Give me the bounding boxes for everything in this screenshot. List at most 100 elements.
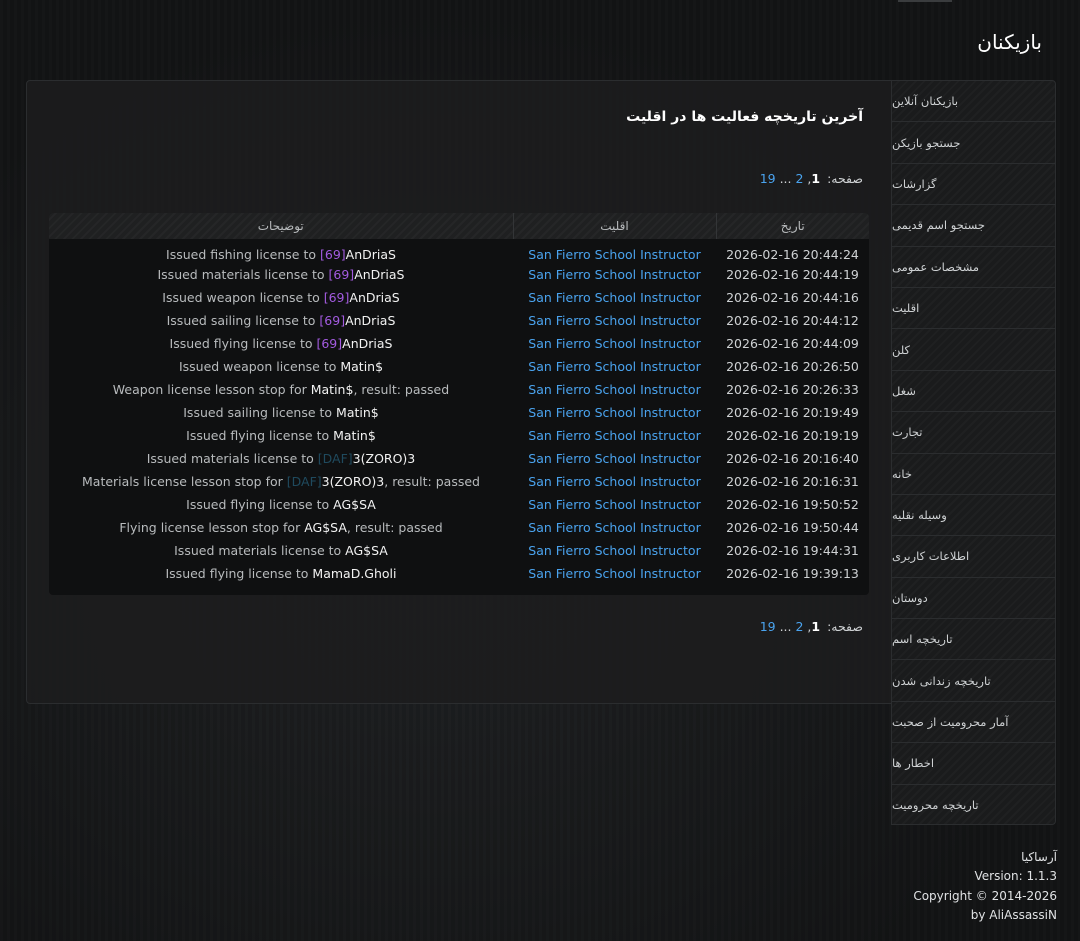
sidebar-item[interactable]: بازیکنان آنلاین xyxy=(892,81,1055,123)
player-name: Matin$ xyxy=(336,405,379,420)
player-tag: [69] xyxy=(323,290,350,305)
description-text: Issued fishing license to xyxy=(166,247,320,262)
description-text: Weapon license lesson stop for xyxy=(112,382,311,397)
pagination-ellipsis: ... xyxy=(775,619,796,634)
sidebar-item[interactable]: تاریخچه اسم xyxy=(892,619,1055,661)
footer-brand: آرساکیا xyxy=(1021,850,1057,864)
cell-date: 2026-02-16 20:26:50 xyxy=(726,359,859,374)
sidebar-item[interactable]: جستجو بازیکن xyxy=(892,122,1055,164)
cell-description: Issued sailing license to [69]AnDriaS xyxy=(49,309,513,332)
table-row: Weapon license lesson stop for Matin$, r… xyxy=(49,378,869,401)
cell-description: Issued materials license to [DAF]3(ZORO)… xyxy=(49,447,513,470)
cell-faction-link[interactable]: San Fierro School Instructor xyxy=(513,516,716,539)
table-row: Issued flying license to MamaD.Gholi San … xyxy=(49,562,869,585)
cell-faction-link[interactable]: San Fierro School Instructor xyxy=(513,470,716,493)
player-name: MamaD.Gholi xyxy=(312,566,397,581)
table-row: Issued materials license to [DAF]3(ZORO)… xyxy=(49,447,869,470)
pagination-top: صفحه: 1, 2 ... 19 xyxy=(760,171,863,186)
footer-copyright: Copyright © 2014-2026 xyxy=(913,888,1057,903)
description-suffix: , result: passed xyxy=(384,474,480,489)
cell-faction-link[interactable]: San Fierro School Instructor xyxy=(513,539,716,562)
description-text: Issued flying license to xyxy=(169,336,317,351)
top-accent-line xyxy=(898,0,952,2)
player-tag: [69] xyxy=(328,267,355,282)
cell-faction-link[interactable]: San Fierro School Instructor xyxy=(513,378,716,401)
player-name: AnDriaS xyxy=(342,336,393,351)
table-row: Issued materials license to [69]AnDriaS S… xyxy=(49,263,869,286)
pagination-page-2[interactable]: 2 xyxy=(795,171,803,186)
cell-date: 2026-02-16 20:26:33 xyxy=(726,382,859,397)
player-name: AG$SA xyxy=(345,543,388,558)
sidebar-item[interactable]: تاریخچه زندانی شدن xyxy=(892,660,1055,702)
cell-date: 2026-02-16 20:44:09 xyxy=(726,336,859,351)
cell-description: Issued flying license to Matin$ xyxy=(49,424,513,447)
cell-description: Weapon license lesson stop for Matin$, r… xyxy=(49,378,513,401)
pagination-bottom: صفحه: 1, 2 ... 19 xyxy=(760,619,863,634)
pagination-current-page: 1 xyxy=(811,619,821,634)
sidebar-item[interactable]: اقلیت xyxy=(892,288,1055,330)
player-tag: [69] xyxy=(319,313,346,328)
player-name: Matin$ xyxy=(340,359,384,374)
sidebar-item[interactable]: آمار محرومیت از صحبت xyxy=(892,702,1055,744)
description-text: Issued weapon license to xyxy=(162,290,324,305)
cell-description: Issued materials license to [69]AnDriaS xyxy=(49,263,513,286)
footer-author: by AliAssassiN xyxy=(970,907,1057,922)
sidebar-item[interactable]: اخطار ها xyxy=(892,743,1055,785)
player-name: Matin$ xyxy=(310,382,354,397)
cell-description: Issued flying license to AG$SA xyxy=(49,493,513,516)
cell-faction-link[interactable]: San Fierro School Instructor xyxy=(513,332,716,355)
cell-faction-link[interactable]: San Fierro School Instructor xyxy=(513,286,716,309)
sidebar-item[interactable]: وسیله نقلیه xyxy=(892,495,1055,537)
cell-faction-link[interactable]: San Fierro School Instructor xyxy=(513,401,716,424)
cell-date: 2026-02-16 20:19:19 xyxy=(726,428,859,443)
table-row: Issued weapon license to Matin$ San Fierr… xyxy=(49,355,869,378)
column-header-description[interactable]: توضیحات xyxy=(49,213,513,239)
cell-faction-link[interactable]: San Fierro School Instructor xyxy=(513,239,716,263)
cell-date: 2026-02-16 20:16:31 xyxy=(726,474,859,489)
cell-description: Materials license lesson stop for [DAF]3… xyxy=(49,470,513,493)
cell-date: 2026-02-16 19:39:13 xyxy=(726,566,859,581)
pagination-last-page[interactable]: 19 xyxy=(760,171,776,186)
sidebar-item[interactable]: مشخصات عمومی xyxy=(892,247,1055,288)
player-name: 3(ZORO)3 xyxy=(352,451,416,466)
cell-description: Issued fishing license to [69]AnDriaS xyxy=(49,239,513,263)
cell-description: Issued flying license to [69]AnDriaS xyxy=(49,332,513,355)
player-name: Matin$ xyxy=(333,428,376,443)
table-row: Materials license lesson stop for [DAF]3… xyxy=(49,470,869,493)
sidebar-item[interactable]: اطلاعات کاربری xyxy=(892,536,1055,578)
sidebar-item[interactable]: شغل xyxy=(892,371,1055,413)
sidebar-item[interactable]: دوستان xyxy=(892,578,1055,620)
table-row: Issued flying license to Matin$ San Fierr… xyxy=(49,424,869,447)
sidebar-item[interactable]: جستجو اسم قدیمی xyxy=(892,205,1055,247)
sidebar-item[interactable]: تجارت xyxy=(892,412,1055,454)
cell-faction-link[interactable]: San Fierro School Instructor xyxy=(513,309,716,332)
description-text: Issued materials license to xyxy=(174,543,346,558)
activity-table: توضیحات اقلیت تاریخ Issued fishing licen… xyxy=(49,213,869,595)
description-text: Issued materials license to xyxy=(146,451,318,466)
sidebar-item[interactable]: خانه xyxy=(892,454,1055,495)
cell-faction-link[interactable]: San Fierro School Instructor xyxy=(513,263,716,286)
main-panel: آخرین تاریخچه فعالیت ها در اقلیت صفحه: 1… xyxy=(26,80,892,704)
column-header-faction[interactable]: اقلیت xyxy=(512,213,716,239)
cell-date: 2026-02-16 20:16:40 xyxy=(726,451,859,466)
cell-faction-link[interactable]: San Fierro School Instructor xyxy=(513,447,716,470)
cell-faction-link[interactable]: San Fierro School Instructor xyxy=(513,562,716,585)
pagination-page-2[interactable]: 2 xyxy=(795,619,803,634)
sidebar-item[interactable]: کلن xyxy=(892,329,1055,371)
footer-version: Version: 1.1.3 xyxy=(974,869,1057,884)
cell-date: 2026-02-16 19:50:52 xyxy=(726,497,859,512)
column-header-date[interactable]: تاریخ xyxy=(715,213,869,239)
table-row: Issued weapon license to [69]AnDriaS San … xyxy=(49,286,869,309)
cell-faction-link[interactable]: San Fierro School Instructor xyxy=(513,424,716,447)
cell-faction-link[interactable]: San Fierro School Instructor xyxy=(513,493,716,516)
pagination-label: صفحه: xyxy=(827,619,863,634)
description-text: Issued sailing license to xyxy=(183,405,337,420)
sidebar-item[interactable]: تاریخچه محرومیت xyxy=(892,785,1055,826)
table-row: Issued sailing license to Matin$ San Fier… xyxy=(49,401,869,424)
cell-faction-link[interactable]: San Fierro School Instructor xyxy=(513,355,716,378)
pagination-last-page[interactable]: 19 xyxy=(760,619,776,634)
player-tag: [DAF] xyxy=(286,474,322,489)
sidebar-item[interactable]: گزارشات xyxy=(892,164,1055,206)
cell-description: Flying license lesson stop for AG$SA, re… xyxy=(49,516,513,539)
description-suffix: , result: passed xyxy=(346,520,443,535)
